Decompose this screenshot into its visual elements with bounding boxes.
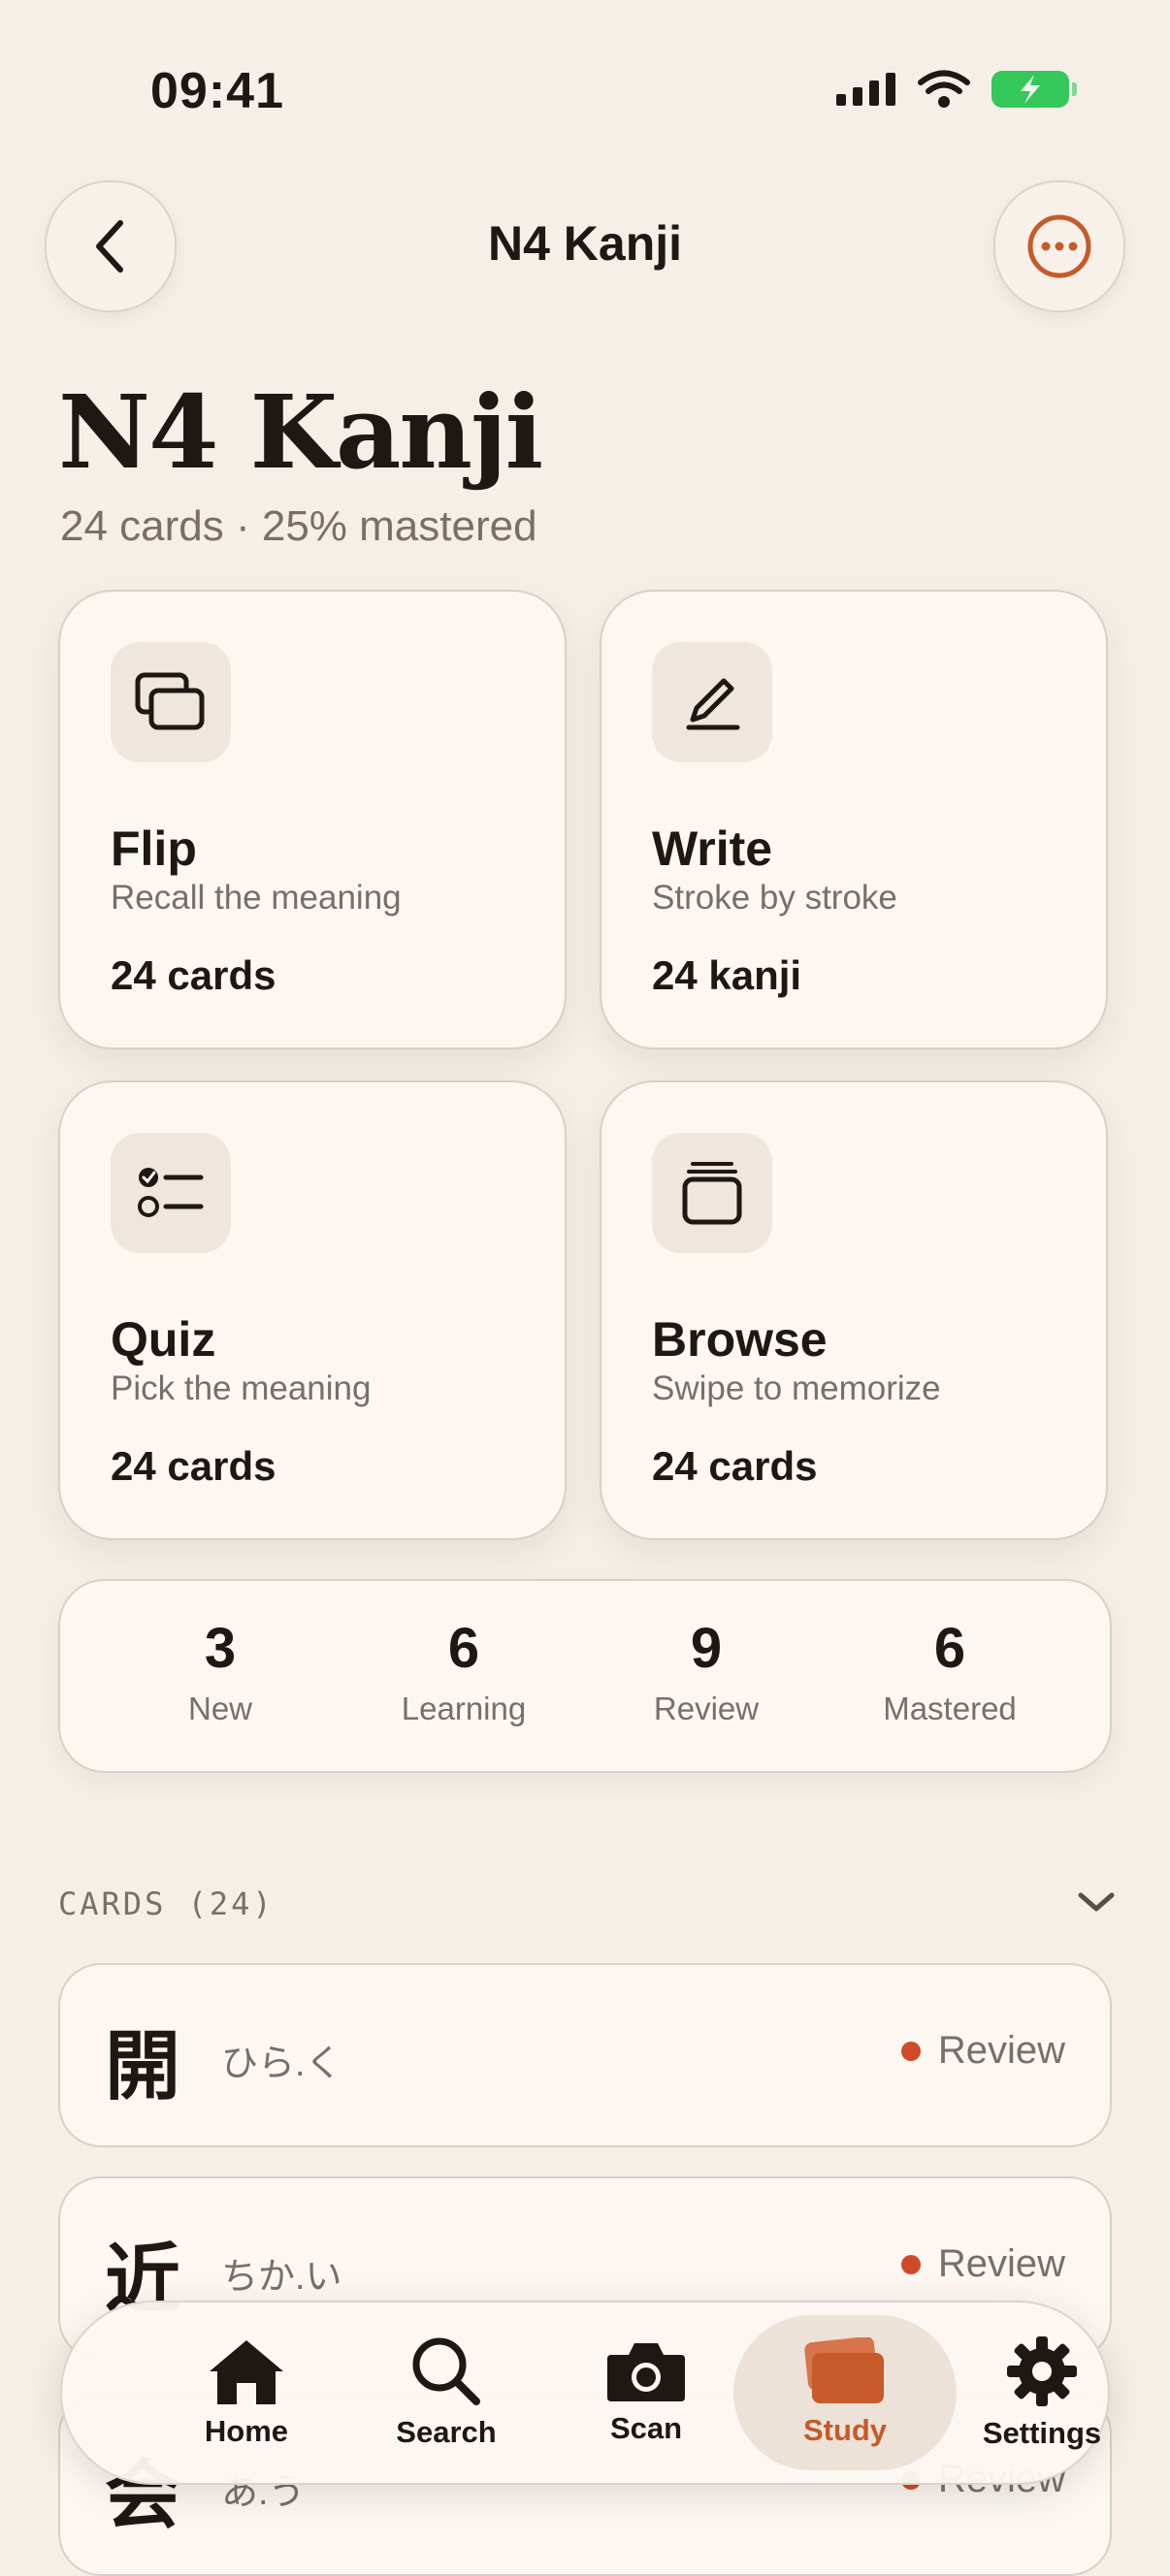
- stat-value: 6: [447, 1617, 480, 1680]
- stat-value: 3: [204, 1617, 237, 1680]
- study-cards-icon: [804, 2337, 884, 2403]
- mode-card-flip[interactable]: Flip Recall the meaning 24 cards: [58, 590, 567, 1049]
- tab-scan[interactable]: Scan: [549, 2302, 743, 2483]
- mode-card-quiz[interactable]: Quiz Pick the meaning 24 cards: [58, 1080, 567, 1540]
- battery-icon: [991, 71, 1077, 108]
- mode-title: Browse: [652, 1312, 828, 1367]
- page-subtitle: 24 cards · 25% mastered: [60, 502, 537, 550]
- tab-label: Search: [396, 2415, 497, 2449]
- mode-count: 24 cards: [111, 1443, 276, 1489]
- mode-count: 24 cards: [111, 952, 276, 998]
- status-dot-icon: [900, 2254, 921, 2274]
- stat-label: Review: [653, 1690, 760, 1726]
- tab-label: Home: [204, 2414, 289, 2448]
- mode-subtitle: Recall the meaning: [111, 879, 402, 917]
- tab-settings[interactable]: Settings: [945, 2302, 1139, 2483]
- tab-label: Settings: [982, 2416, 1102, 2450]
- status-time: 09:41: [150, 63, 284, 119]
- mode-title: Flip: [111, 821, 197, 876]
- status-badge: Review: [900, 2242, 1065, 2286]
- status-text: Review: [937, 2029, 1065, 2072]
- cellular-signal-icon: [836, 73, 895, 106]
- pen-icon: [686, 678, 740, 730]
- more-button[interactable]: [993, 180, 1125, 312]
- stat-new: 3 New: [99, 1616, 341, 1727]
- stat-label: Mastered: [883, 1690, 1017, 1726]
- stat-value: 6: [933, 1617, 966, 1680]
- mode-count: 24 kanji: [652, 952, 802, 998]
- stat-value: 9: [690, 1617, 723, 1680]
- checklist-icon: [138, 1168, 204, 1217]
- stat-label: Learning: [401, 1690, 527, 1726]
- status-icons: [836, 70, 1077, 109]
- tab-home[interactable]: Home: [149, 2302, 343, 2483]
- stat-label: New: [187, 1690, 253, 1726]
- mode-title: Quiz: [111, 1312, 216, 1367]
- mode-card-write[interactable]: Write Stroke by stroke 24 kanji: [600, 590, 1108, 1049]
- ellipsis-circle-icon: [1027, 214, 1091, 278]
- status-badge: Review: [900, 2029, 1065, 2073]
- camera-icon: [607, 2343, 685, 2401]
- mode-subtitle: Pick the meaning: [111, 1369, 372, 1407]
- gear-icon: [1007, 2336, 1077, 2406]
- kanji-character: 開: [105, 2022, 181, 2110]
- cards-stack-icon: [135, 672, 205, 730]
- chevron-down-icon: [1078, 1892, 1115, 1912]
- wifi-icon: [918, 70, 970, 108]
- tab-bar: Home Search Scan Study Settings: [60, 2301, 1110, 2485]
- status-text: Review: [937, 2242, 1065, 2285]
- magnifier-icon: [412, 2337, 480, 2405]
- page-title: N4 Kanji: [58, 372, 543, 492]
- stat-review: 9 Review: [585, 1616, 828, 1727]
- status-dot-icon: [900, 2041, 921, 2061]
- kanji-reading: ちか.い: [221, 2257, 342, 2298]
- stat-learning: 6 Learning: [342, 1616, 585, 1727]
- list-item[interactable]: 開 ひら.く Review: [58, 1963, 1112, 2147]
- card-deck-icon: [682, 1162, 742, 1225]
- mode-subtitle: Stroke by stroke: [652, 879, 897, 917]
- tab-study[interactable]: Study: [733, 2315, 957, 2470]
- stat-mastered: 6 Mastered: [829, 1616, 1071, 1727]
- tab-label: Study: [802, 2413, 888, 2447]
- mode-card-browse[interactable]: Browse Swipe to memorize 24 cards: [600, 1080, 1108, 1540]
- cards-section-label: CARDS (24): [58, 1885, 275, 1922]
- mode-subtitle: Swipe to memorize: [652, 1369, 941, 1407]
- collapse-button[interactable]: [1075, 1887, 1118, 1921]
- kanji-reading: ひら.く: [221, 2044, 342, 2084]
- progress-stats: 3 New 6 Learning 9 Review 6 Mastered: [58, 1579, 1112, 1773]
- mode-title: Write: [652, 821, 773, 876]
- house-icon: [210, 2340, 283, 2404]
- mode-count: 24 cards: [652, 1443, 818, 1489]
- tab-search[interactable]: Search: [349, 2302, 543, 2483]
- tab-label: Scan: [609, 2411, 683, 2445]
